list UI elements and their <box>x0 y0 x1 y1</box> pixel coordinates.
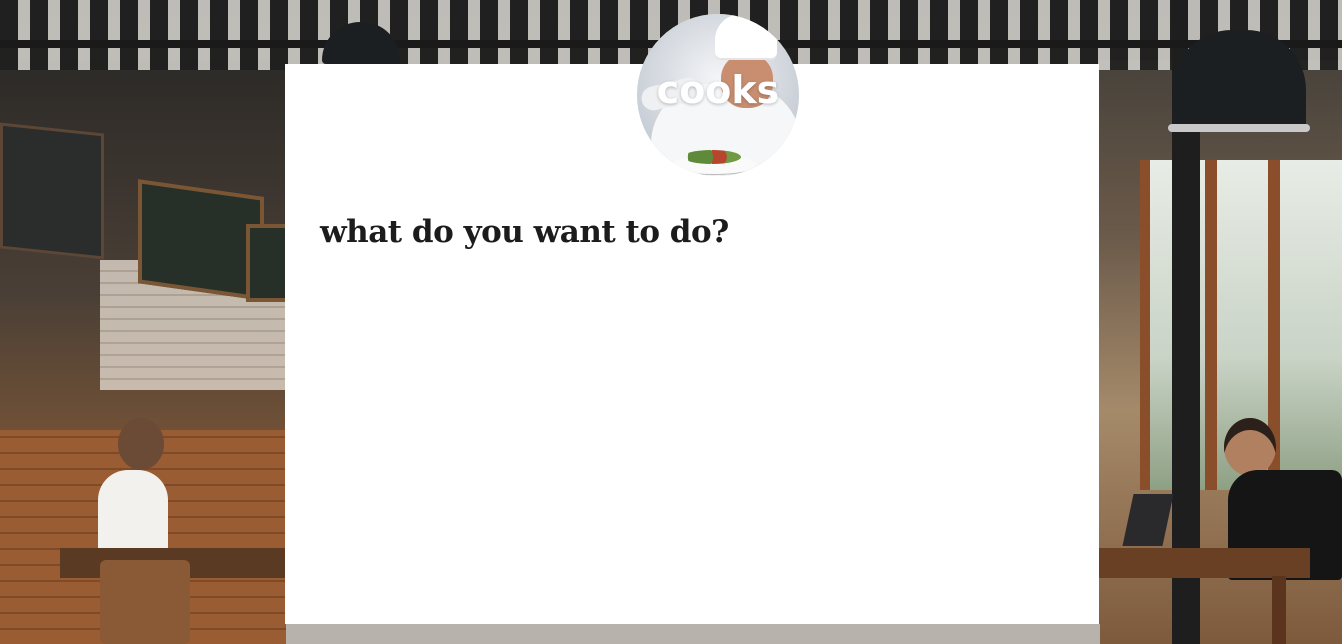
background-chalkboard <box>0 122 104 260</box>
logo-text: cooks <box>656 68 780 112</box>
food-image <box>683 150 741 164</box>
background-table <box>1098 548 1310 578</box>
cooks-logo[interactable]: cooks <box>637 14 799 176</box>
background-chair <box>100 560 190 644</box>
background-pendant-lamp <box>1172 30 1306 130</box>
background-person-head <box>1224 418 1276 476</box>
background-lamp-rim <box>1168 124 1310 132</box>
background-floor <box>286 624 1100 644</box>
chef-hat-icon <box>715 14 777 58</box>
background-window-frame <box>1205 160 1217 490</box>
background-person-head <box>118 418 164 470</box>
background-table-leg <box>1272 576 1286 644</box>
page-heading: what do you want to do? <box>320 214 729 250</box>
background-person-body <box>98 470 168 560</box>
